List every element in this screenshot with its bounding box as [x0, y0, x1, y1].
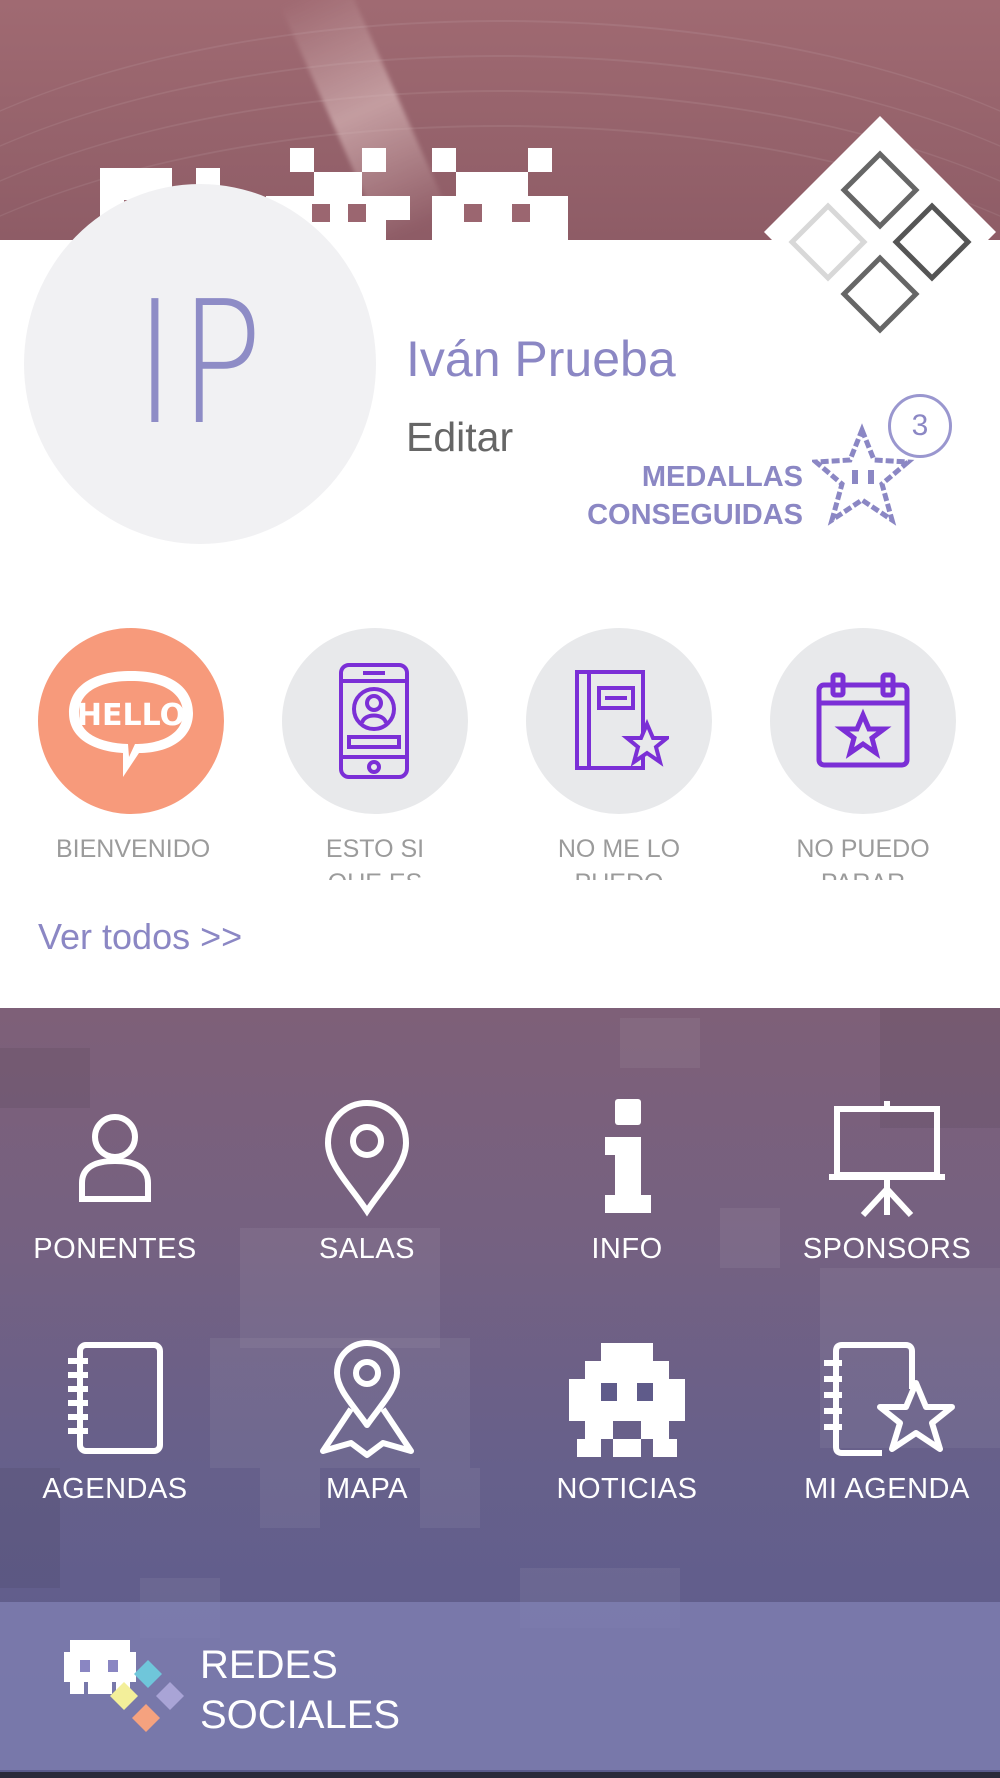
menu-item-agendas[interactable]: AGENDAS [0, 1336, 230, 1506]
medals-earned-label[interactable]: MEDALLAS CONSEGUIDAS [587, 458, 803, 534]
calendar-star-icon [816, 672, 910, 768]
menu-item-label: MI AGENDA [804, 1473, 970, 1505]
medal-item[interactable]: NO PUEDO PARAR [768, 628, 958, 880]
location-pin-icon [324, 1099, 410, 1216]
medal-badge [282, 628, 468, 814]
menu-item-noticias[interactable]: NOTICIAS [512, 1336, 742, 1506]
menu-item-mapa[interactable]: MAPA [252, 1336, 482, 1506]
bottom-edge [0, 1772, 1000, 1778]
menu-item-label: INFO [591, 1233, 663, 1265]
menu-item-label: SALAS [319, 1233, 415, 1265]
hello-bubble-icon: HELLO [69, 671, 193, 777]
notebook-star-icon [824, 1341, 955, 1456]
medal-label: ESTO SI QUE ES [325, 835, 425, 880]
presentation-board-icon [829, 1100, 945, 1217]
avatar-initials: IP [134, 265, 266, 463]
event-logo-icon [764, 116, 996, 348]
medal-label: BIENVENIDO [56, 835, 211, 863]
medal-item[interactable]: HELLO BIENVENIDO [36, 628, 226, 880]
person-icon [79, 1113, 151, 1202]
menu-item-label: MAPA [325, 1473, 409, 1505]
social-label-line2: SOCIALES [200, 1693, 401, 1737]
menu-item-label: NOTICIAS [556, 1473, 698, 1505]
notebook-icon [68, 1341, 163, 1454]
edit-profile-link[interactable]: Editar [406, 414, 513, 461]
medal-item[interactable]: ESTO SI QUE ES [280, 628, 470, 880]
medal-badge [526, 628, 712, 814]
pixel-decoration [620, 1018, 700, 1068]
medal-badge [770, 628, 956, 814]
medals-label-line1: MEDALLAS [641, 461, 803, 493]
avatar[interactable]: IP [24, 184, 376, 544]
social-networks-label[interactable]: REDES SOCIALES [200, 1640, 400, 1740]
menu-item-label: SPONSORS [802, 1233, 972, 1265]
menu-item-sponsors[interactable]: SPONSORS [772, 1096, 1000, 1266]
medal-label: NO PUEDO PARAR [796, 835, 930, 880]
medal-label: NO ME LO PUEDO [557, 835, 681, 880]
invader-diamonds-icon[interactable] [60, 1636, 190, 1736]
svg-text:HELLO: HELLO [77, 698, 185, 733]
user-name: Iván Prueba [406, 331, 676, 387]
social-label-line1: REDES [200, 1643, 338, 1687]
menu-item-salas[interactable]: SALAS [252, 1096, 482, 1266]
see-all-link[interactable]: Ver todos >> [38, 916, 242, 958]
menu-item-mi-agenda[interactable]: MI AGENDA [772, 1336, 1000, 1506]
menu-item-label: AGENDAS [42, 1473, 188, 1505]
map-pin-icon [320, 1339, 414, 1458]
space-invader-icon [569, 1342, 685, 1457]
menu-item-ponentes[interactable]: PONENTES [0, 1096, 230, 1266]
medal-badge: HELLO [38, 628, 224, 814]
medals-label-line2: CONSEGUIDAS [587, 499, 803, 531]
notebook-star-icon [575, 670, 669, 770]
phone-profile-icon [339, 663, 409, 779]
medal-item[interactable]: NO ME LO PUEDO [524, 628, 714, 880]
menu-item-info[interactable]: INFO [512, 1096, 742, 1266]
medal-count-badge: 3 [888, 394, 952, 458]
menu-item-label: PONENTES [33, 1233, 197, 1265]
info-icon [605, 1098, 651, 1213]
